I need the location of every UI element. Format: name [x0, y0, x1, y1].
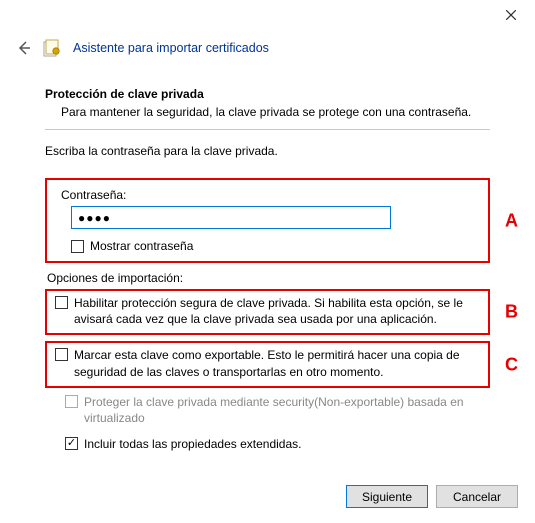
include-extended-checkbox[interactable]	[65, 437, 78, 450]
certificate-wizard-icon	[43, 39, 63, 57]
annotation-label-b: B	[505, 302, 518, 323]
close-button[interactable]	[488, 1, 534, 29]
instruction-text: Escriba la contraseña para la clave priv…	[45, 144, 490, 158]
annotation-box-c: C Marcar esta clave como exportable. Est…	[45, 341, 490, 387]
section-description: Para mantener la seguridad, la clave pri…	[45, 105, 490, 119]
cancel-button[interactable]: Cancelar	[436, 485, 518, 508]
back-arrow-icon[interactable]	[15, 39, 33, 57]
mark-exportable-label: Marcar esta clave como exportable. Esto …	[74, 347, 480, 379]
enable-strong-protection-checkbox[interactable]	[55, 296, 68, 309]
annotation-box-a: A Contraseña: Mostrar contraseña	[45, 178, 490, 263]
annotation-label-a: A	[505, 210, 518, 231]
section-heading: Protección de clave privada	[45, 87, 490, 101]
wizard-title: Asistente para importar certificados	[73, 41, 269, 55]
password-label: Contraseña:	[57, 188, 478, 202]
enable-strong-protection-label: Habilitar protección segura de clave pri…	[74, 295, 480, 327]
next-button[interactable]: Siguiente	[346, 485, 428, 508]
include-extended-label: Incluir todas las propiedades extendidas…	[84, 436, 301, 452]
mark-exportable-checkbox[interactable]	[55, 348, 68, 361]
separator	[45, 129, 490, 130]
import-options-label: Opciones de importación:	[47, 271, 490, 285]
show-password-label: Mostrar contraseña	[90, 239, 193, 253]
annotation-box-b: B Habilitar protección segura de clave p…	[45, 289, 490, 335]
show-password-checkbox[interactable]	[71, 240, 84, 253]
protect-virtual-checkbox	[65, 395, 78, 408]
password-input[interactable]	[71, 206, 391, 229]
protect-virtual-label: Proteger la clave privada mediante secur…	[84, 394, 488, 426]
annotation-label-c: C	[505, 354, 518, 375]
